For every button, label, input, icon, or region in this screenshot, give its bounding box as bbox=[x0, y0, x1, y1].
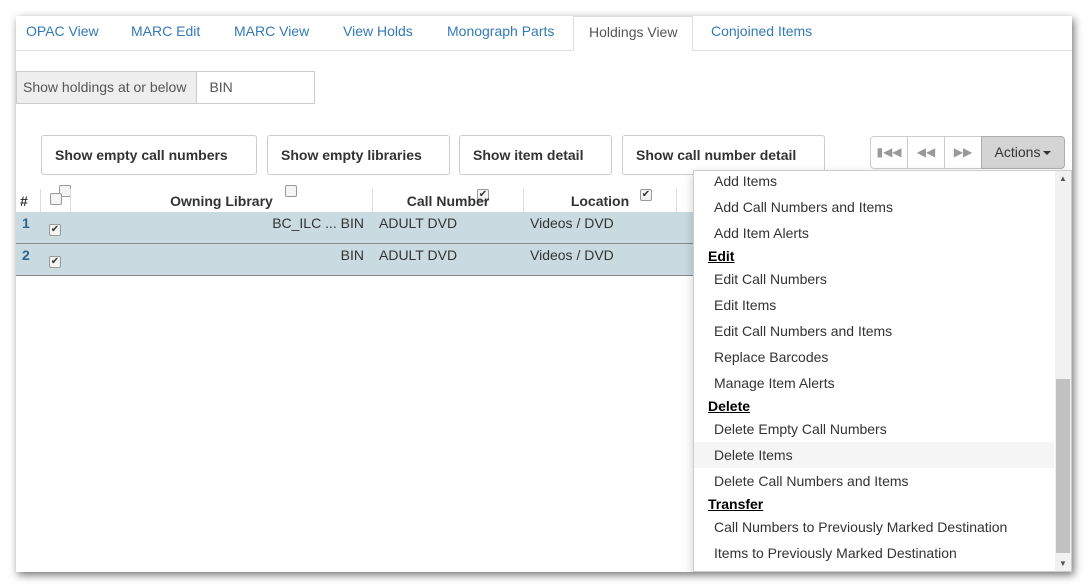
row-number: 2 bbox=[22, 247, 30, 263]
toggle-label: Show item detail bbox=[473, 147, 584, 163]
menu-replace-barcodes[interactable]: Replace Barcodes bbox=[694, 344, 1054, 370]
col-owning-library[interactable]: Owning Library bbox=[70, 189, 372, 212]
pager: ▮◀◀ ◀◀ ▶▶ Actions bbox=[870, 136, 1065, 169]
tab-monograph-parts[interactable]: Monograph Parts bbox=[437, 16, 564, 50]
show-empty-call-numbers-toggle[interactable]: Show empty call numbers bbox=[41, 135, 257, 197]
holdings-filter: Show holdings at or below BIN bbox=[16, 71, 316, 104]
menu-transfer-items[interactable]: Items to Previously Marked Destination bbox=[694, 540, 1054, 566]
row-checkbox[interactable]: ✔ bbox=[49, 256, 61, 268]
actions-label: Actions bbox=[994, 144, 1041, 160]
toggle-label: Show call number detail bbox=[636, 147, 797, 163]
menu-edit-call-numbers-and-items[interactable]: Edit Call Numbers and Items bbox=[694, 318, 1054, 344]
menu-edit-items[interactable]: Edit Items bbox=[694, 292, 1054, 318]
tab-conjoined-items[interactable]: Conjoined Items bbox=[701, 16, 822, 50]
scrollbar-thumb[interactable] bbox=[1056, 379, 1070, 553]
menu-add-item-alerts[interactable]: Add Item Alerts bbox=[694, 220, 1054, 246]
menu-edit-call-numbers[interactable]: Edit Call Numbers bbox=[694, 266, 1054, 292]
first-page-button[interactable]: ▮◀◀ bbox=[870, 136, 908, 169]
menu-scrollbar[interactable]: ▲ ▼ bbox=[1055, 171, 1071, 571]
tab-opac-view[interactable]: OPAC View bbox=[16, 16, 109, 50]
show-item-detail-toggle[interactable]: Show item detail✔ bbox=[459, 135, 612, 201]
caret-down-icon bbox=[1043, 151, 1052, 155]
menu-delete-items[interactable]: Delete Items bbox=[694, 442, 1054, 468]
scroll-up-icon[interactable]: ▲ bbox=[1059, 174, 1067, 183]
menu-manage-item-alerts[interactable]: Manage Item Alerts bbox=[694, 370, 1054, 396]
show-call-number-detail-toggle[interactable]: Show call number detail✔ bbox=[622, 135, 825, 201]
menu-add-items[interactable]: Add Items bbox=[694, 171, 1054, 194]
tab-marc-edit[interactable]: MARC Edit bbox=[121, 16, 210, 50]
menu-header-transfer: Transfer bbox=[708, 496, 764, 512]
menu-delete-call-numbers-and-items[interactable]: Delete Call Numbers and Items bbox=[694, 468, 1054, 494]
menu-header-edit: Edit bbox=[708, 248, 735, 264]
next-page-icon: ▶▶ bbox=[953, 145, 973, 159]
col-number: # bbox=[20, 193, 28, 209]
menu-header-delete: Delete bbox=[708, 398, 751, 414]
menu-transfer-call-numbers[interactable]: Call Numbers to Previously Marked Destin… bbox=[694, 514, 1054, 540]
tab-view-holds[interactable]: View Holds bbox=[333, 16, 423, 50]
owning-library: BC_ILC ... BIN bbox=[272, 215, 364, 231]
actions-button[interactable]: Actions bbox=[981, 136, 1065, 169]
row-checkbox[interactable]: ✔ bbox=[49, 224, 61, 236]
holdings-filter-input[interactable]: BIN bbox=[197, 72, 314, 103]
scroll-down-icon[interactable]: ▼ bbox=[1059, 559, 1067, 568]
location: Videos / DVD bbox=[530, 215, 614, 231]
tab-holdings-view[interactable]: Holdings View bbox=[573, 16, 693, 51]
menu-delete-empty-call-numbers[interactable]: Delete Empty Call Numbers bbox=[694, 416, 1054, 442]
row-number: 1 bbox=[22, 215, 30, 231]
toggle-label: Show empty call numbers bbox=[55, 147, 228, 163]
prev-page-icon: ◀◀ bbox=[916, 145, 936, 159]
col-location[interactable]: Location bbox=[523, 189, 676, 212]
owning-library: BIN bbox=[340, 247, 364, 263]
call-number: ADULT DVD bbox=[379, 215, 458, 231]
prev-page-button[interactable]: ◀◀ bbox=[907, 136, 945, 169]
col-select-all[interactable] bbox=[40, 189, 70, 212]
next-page-button[interactable]: ▶▶ bbox=[944, 136, 982, 169]
toggle-label: Show empty libraries bbox=[281, 147, 422, 163]
col-call-number[interactable]: Call Number bbox=[372, 189, 523, 212]
tab-bar: OPAC View MARC Edit MARC View View Holds… bbox=[16, 16, 1072, 51]
call-number: ADULT DVD bbox=[379, 247, 458, 263]
select-all-checkbox[interactable] bbox=[49, 193, 62, 205]
menu-add-call-numbers-and-items[interactable]: Add Call Numbers and Items bbox=[694, 194, 1054, 220]
location: Videos / DVD bbox=[530, 247, 614, 263]
show-empty-libraries-toggle[interactable]: Show empty libraries bbox=[267, 135, 450, 197]
tab-marc-view[interactable]: MARC View bbox=[224, 16, 319, 50]
holdings-window: OPAC View MARC Edit MARC View View Holds… bbox=[16, 16, 1072, 572]
actions-dropdown-menu: Add Items Add Call Numbers and Items Add… bbox=[693, 170, 1072, 572]
holdings-filter-label: Show holdings at or below bbox=[17, 72, 198, 103]
first-page-icon: ▮◀◀ bbox=[876, 145, 902, 159]
